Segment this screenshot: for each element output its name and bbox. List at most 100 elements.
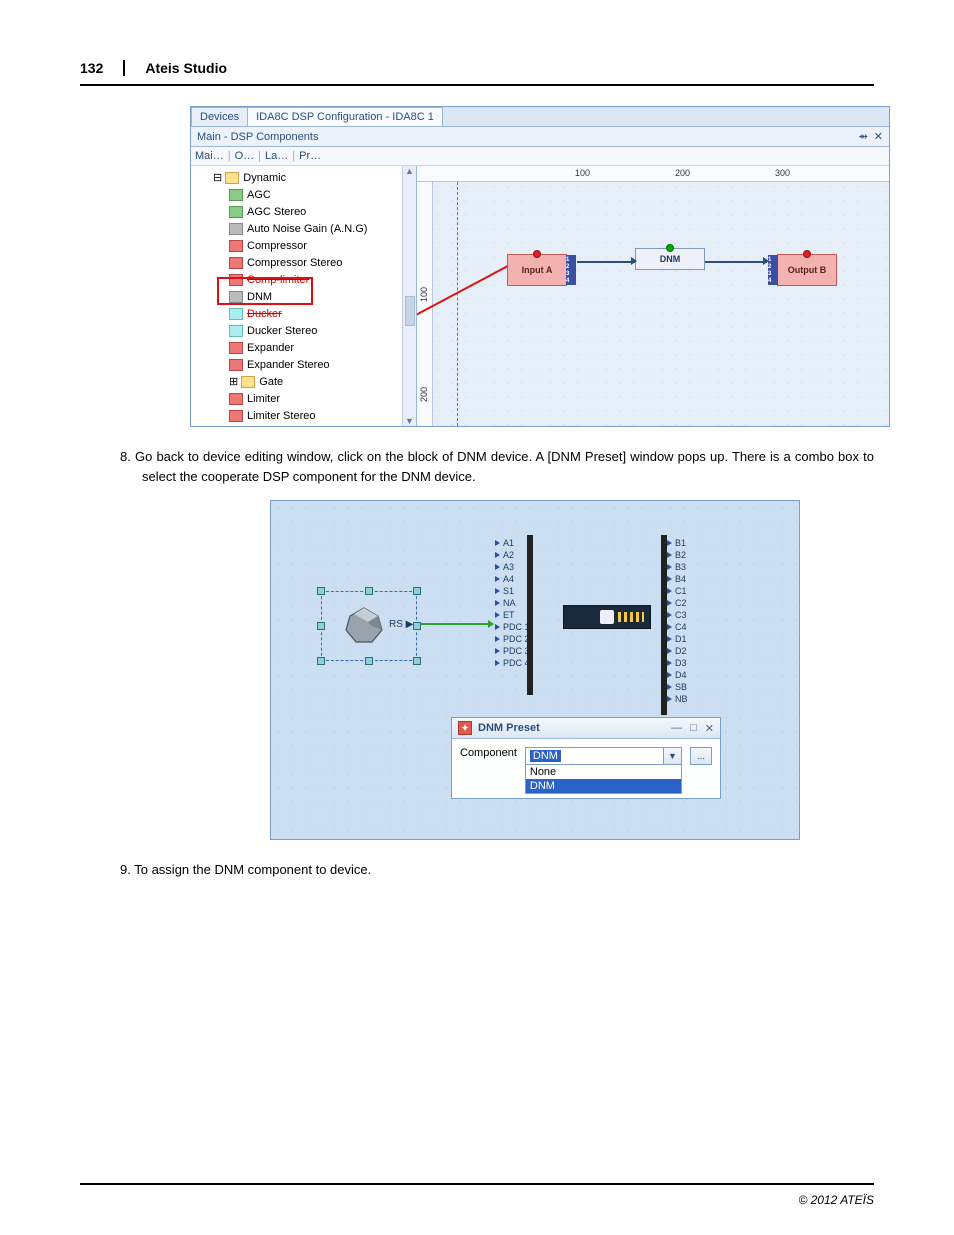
close-icon[interactable]: ✕ <box>705 722 714 735</box>
resize-handle[interactable] <box>317 657 325 665</box>
status-led-icon <box>533 250 541 258</box>
port-d1[interactable]: D1 <box>667 633 688 645</box>
port-bus-left <box>527 535 533 695</box>
combo-dropdown-list: None DNM <box>525 765 682 794</box>
device-edit-screenshot: RS ▶ A1 A2 A3 A4 S1 NA ET PDC 1 PDC 2 PD… <box>270 500 800 840</box>
port-d4[interactable]: D4 <box>667 669 688 681</box>
design-canvas[interactable]: 100 200 300 100 200 Input A 1 <box>417 166 889 426</box>
toolbar: Mai… | O… | La… | Pr… <box>191 147 889 166</box>
scroll-up-icon[interactable]: ▲ <box>405 166 414 176</box>
tree-item-limiter[interactable]: Limiter <box>193 391 414 408</box>
device-icon <box>344 606 384 646</box>
scroll-down-icon[interactable]: ▼ <box>405 416 414 426</box>
device-chip[interactable] <box>563 605 651 629</box>
tree-item-expander-stereo[interactable]: Expander Stereo <box>193 357 414 374</box>
toolbar-item-main[interactable]: Mai… <box>195 150 224 162</box>
resize-handle[interactable] <box>317 587 325 595</box>
port-pdc4[interactable]: PDC 4 <box>495 657 530 669</box>
toolbar-item-la[interactable]: La… <box>265 150 288 162</box>
more-button[interactable]: ... <box>690 747 712 765</box>
port-b1[interactable]: B1 <box>667 537 688 549</box>
tree-scrollbar[interactable]: ▲ ▼ <box>402 166 416 426</box>
ports-left: A1 A2 A3 A4 S1 NA ET PDC 1 PDC 2 PDC 3 P… <box>495 537 530 669</box>
tab-devices[interactable]: Devices <box>191 107 248 126</box>
dnm-preset-window: ✦ DNM Preset — □ ✕ Component DNM <box>451 717 721 799</box>
port-a2[interactable]: A2 <box>495 549 530 561</box>
resize-handle[interactable] <box>317 622 325 630</box>
port-c1[interactable]: C1 <box>667 585 688 597</box>
toolbar-item-o[interactable]: O… <box>235 150 255 162</box>
component-combo[interactable]: DNM <box>525 747 664 765</box>
combo-selected: DNM <box>530 750 561 762</box>
port-b4[interactable]: B4 <box>667 573 688 585</box>
ruler-vertical: 100 200 <box>417 182 433 426</box>
ruler-horizontal: 100 200 300 <box>417 166 889 182</box>
port-na[interactable]: NA <box>495 597 530 609</box>
resize-handle[interactable] <box>413 587 421 595</box>
port-a1[interactable]: A1 <box>495 537 530 549</box>
maximize-icon[interactable]: □ <box>690 722 697 735</box>
tree-item-expander[interactable]: Expander <box>193 340 414 357</box>
resize-handle[interactable] <box>413 622 421 630</box>
tab-dsp-config[interactable]: IDA8C DSP Configuration - IDA8C 1 <box>247 107 443 126</box>
port-sb[interactable]: SB <box>667 681 688 693</box>
component-tree-pane: ⊟ Dynamic AGC AGC Stereo Auto Noise Gain… <box>191 166 417 426</box>
header-title: Ateis Studio <box>145 60 227 76</box>
port-b2[interactable]: B2 <box>667 549 688 561</box>
block-output-b[interactable]: 1 2 3 4 Output B <box>777 254 837 286</box>
step-8: 8. Go back to device editing window, cli… <box>120 447 874 486</box>
port-pdc3[interactable]: PDC 3 <box>495 645 530 657</box>
tree-item-agc[interactable]: AGC <box>193 187 414 204</box>
tree-item-limiter-stereo[interactable]: Limiter Stereo <box>193 408 414 425</box>
step-9: 9. To assign the DNM component to device… <box>120 860 874 880</box>
option-dnm[interactable]: DNM <box>526 779 681 793</box>
scroll-thumb[interactable] <box>405 296 415 326</box>
tree-item-compressor[interactable]: Compressor <box>193 238 414 255</box>
port-s1[interactable]: S1 <box>495 585 530 597</box>
block-input-a[interactable]: Input A 1 2 3 4 <box>507 254 567 286</box>
step-text: Go back to device editing window, click … <box>135 449 874 484</box>
combo-dropdown-button[interactable]: ▼ <box>664 747 682 765</box>
dsp-config-screenshot: Devices IDA8C DSP Configuration - IDA8C … <box>190 106 890 427</box>
arrow-head-icon <box>631 257 637 265</box>
option-none[interactable]: None <box>526 765 681 779</box>
tree-item-ducker-stereo[interactable]: Ducker Stereo <box>193 323 414 340</box>
tree-item-ang[interactable]: Auto Noise Gain (A.N.G) <box>193 221 414 238</box>
port-d2[interactable]: D2 <box>667 645 688 657</box>
tree-item-dnm[interactable]: DNM <box>193 289 414 306</box>
resize-handle[interactable] <box>365 587 373 595</box>
arrow-head-icon <box>763 257 769 265</box>
window-titlebar[interactable]: ✦ DNM Preset — □ ✕ <box>452 718 720 739</box>
wire-green <box>421 623 493 625</box>
tree-item-compressor-stereo[interactable]: Compressor Stereo <box>193 255 414 272</box>
block-dnm[interactable]: DNM <box>635 248 705 270</box>
port-c4[interactable]: C4 <box>667 621 688 633</box>
panel-title: Main - DSP Components <box>197 131 318 143</box>
port-d3[interactable]: D3 <box>667 657 688 669</box>
panel-header: Main - DSP Components ⇴ ✕ <box>191 127 889 147</box>
step-number: 8. <box>120 449 131 464</box>
port-c3[interactable]: C3 <box>667 609 688 621</box>
toolbar-item-pr[interactable]: Pr… <box>299 150 321 162</box>
port-c2[interactable]: C2 <box>667 597 688 609</box>
tree-item-gate[interactable]: ⊞ Gate <box>193 374 414 391</box>
tree-item-agc-stereo[interactable]: AGC Stereo <box>193 204 414 221</box>
resize-handle[interactable] <box>365 657 373 665</box>
wire <box>577 261 635 263</box>
tree-item-comp-limiter[interactable]: Comp-limiter <box>193 272 414 289</box>
port-a4[interactable]: A4 <box>495 573 530 585</box>
tree-folder-dynamic[interactable]: ⊟ Dynamic <box>193 170 414 187</box>
port-pdc2[interactable]: PDC 2 <box>495 633 530 645</box>
pin-icon[interactable]: ⇴ <box>859 130 868 143</box>
port-nb[interactable]: NB <box>667 693 688 705</box>
tree-item-ducker[interactable]: Ducker <box>193 306 414 323</box>
port-et[interactable]: ET <box>495 609 530 621</box>
minimize-icon[interactable]: — <box>671 722 682 735</box>
close-icon[interactable]: ✕ <box>874 130 883 143</box>
resize-handle[interactable] <box>413 657 421 665</box>
step-text: To assign the DNM component to device. <box>134 862 371 877</box>
port-a3[interactable]: A3 <box>495 561 530 573</box>
status-led-icon <box>803 250 811 258</box>
port-b3[interactable]: B3 <box>667 561 688 573</box>
port-pdc1[interactable]: PDC 1 <box>495 621 530 633</box>
